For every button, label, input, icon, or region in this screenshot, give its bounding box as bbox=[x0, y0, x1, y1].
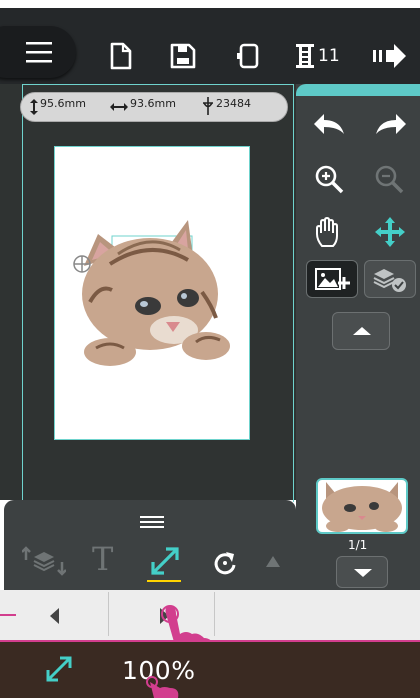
save-button[interactable] bbox=[170, 42, 196, 74]
scroll-up-button[interactable] bbox=[332, 312, 390, 350]
side-panel-accent bbox=[296, 84, 420, 96]
more-tools-arrow-icon[interactable] bbox=[266, 556, 280, 567]
top-strip bbox=[0, 0, 420, 8]
chevron-down-icon bbox=[354, 569, 372, 577]
hoop-select-icon bbox=[237, 43, 259, 69]
stitch-needle-icon bbox=[203, 97, 213, 115]
tap-hand-icon-lower bbox=[146, 676, 179, 698]
kitten-thumbnail-image bbox=[322, 482, 402, 532]
zoom-in-icon[interactable] bbox=[314, 164, 346, 194]
scale-icon bbox=[46, 656, 72, 682]
width-icon bbox=[110, 103, 128, 111]
kitten-embroidery-design[interactable] bbox=[70, 214, 240, 374]
layer-check-button[interactable] bbox=[364, 260, 416, 298]
layer-order-icon[interactable] bbox=[22, 546, 66, 576]
annotation-line bbox=[0, 614, 16, 616]
design-thumbnail[interactable] bbox=[316, 478, 408, 534]
height-icon bbox=[30, 99, 38, 115]
transfer-icon bbox=[373, 44, 406, 68]
nav-separator bbox=[108, 592, 109, 636]
move-icon[interactable] bbox=[374, 216, 406, 248]
design-width: 93.6mm bbox=[130, 97, 176, 110]
menu-icon bbox=[26, 42, 52, 63]
menu-button[interactable] bbox=[0, 26, 76, 78]
hoop-select-button[interactable] bbox=[236, 42, 262, 74]
add-image-icon bbox=[315, 268, 350, 290]
text-tool-icon[interactable]: T bbox=[92, 540, 113, 578]
embroidery-editor-app: 11 95.6mm 93.6mm 23484 1/1 T 100% bbox=[0, 0, 420, 698]
page-indicator: 1/1 bbox=[348, 538, 368, 552]
chevron-up-icon bbox=[353, 327, 371, 335]
active-tool-underline bbox=[147, 580, 181, 582]
zoom-out-icon[interactable] bbox=[374, 164, 406, 194]
design-height: 95.6mm bbox=[40, 97, 86, 110]
rotate-icon[interactable] bbox=[212, 550, 238, 576]
save-icon bbox=[170, 43, 196, 69]
redo-icon[interactable] bbox=[374, 112, 408, 136]
design-stitch-count: 23484 bbox=[216, 97, 251, 110]
new-file-icon bbox=[110, 42, 132, 70]
tool-drawer bbox=[4, 500, 296, 590]
layer-check-icon bbox=[373, 269, 406, 292]
add-image-button[interactable] bbox=[306, 260, 358, 298]
decrease-button[interactable] bbox=[50, 608, 59, 624]
transfer-button[interactable] bbox=[372, 44, 408, 72]
stitch-count-button[interactable]: 11 bbox=[294, 42, 340, 74]
drawer-handle-icon[interactable] bbox=[140, 516, 164, 528]
undo-icon[interactable] bbox=[312, 112, 346, 136]
annotation-divider bbox=[0, 640, 420, 642]
resize-icon[interactable] bbox=[150, 546, 180, 576]
stitch-count-icon bbox=[296, 44, 314, 68]
stitch-count-value: 11 bbox=[318, 46, 340, 66]
new-file-button[interactable] bbox=[110, 42, 132, 74]
hand-pan-icon[interactable] bbox=[314, 216, 344, 248]
scroll-down-button[interactable] bbox=[336, 556, 388, 588]
